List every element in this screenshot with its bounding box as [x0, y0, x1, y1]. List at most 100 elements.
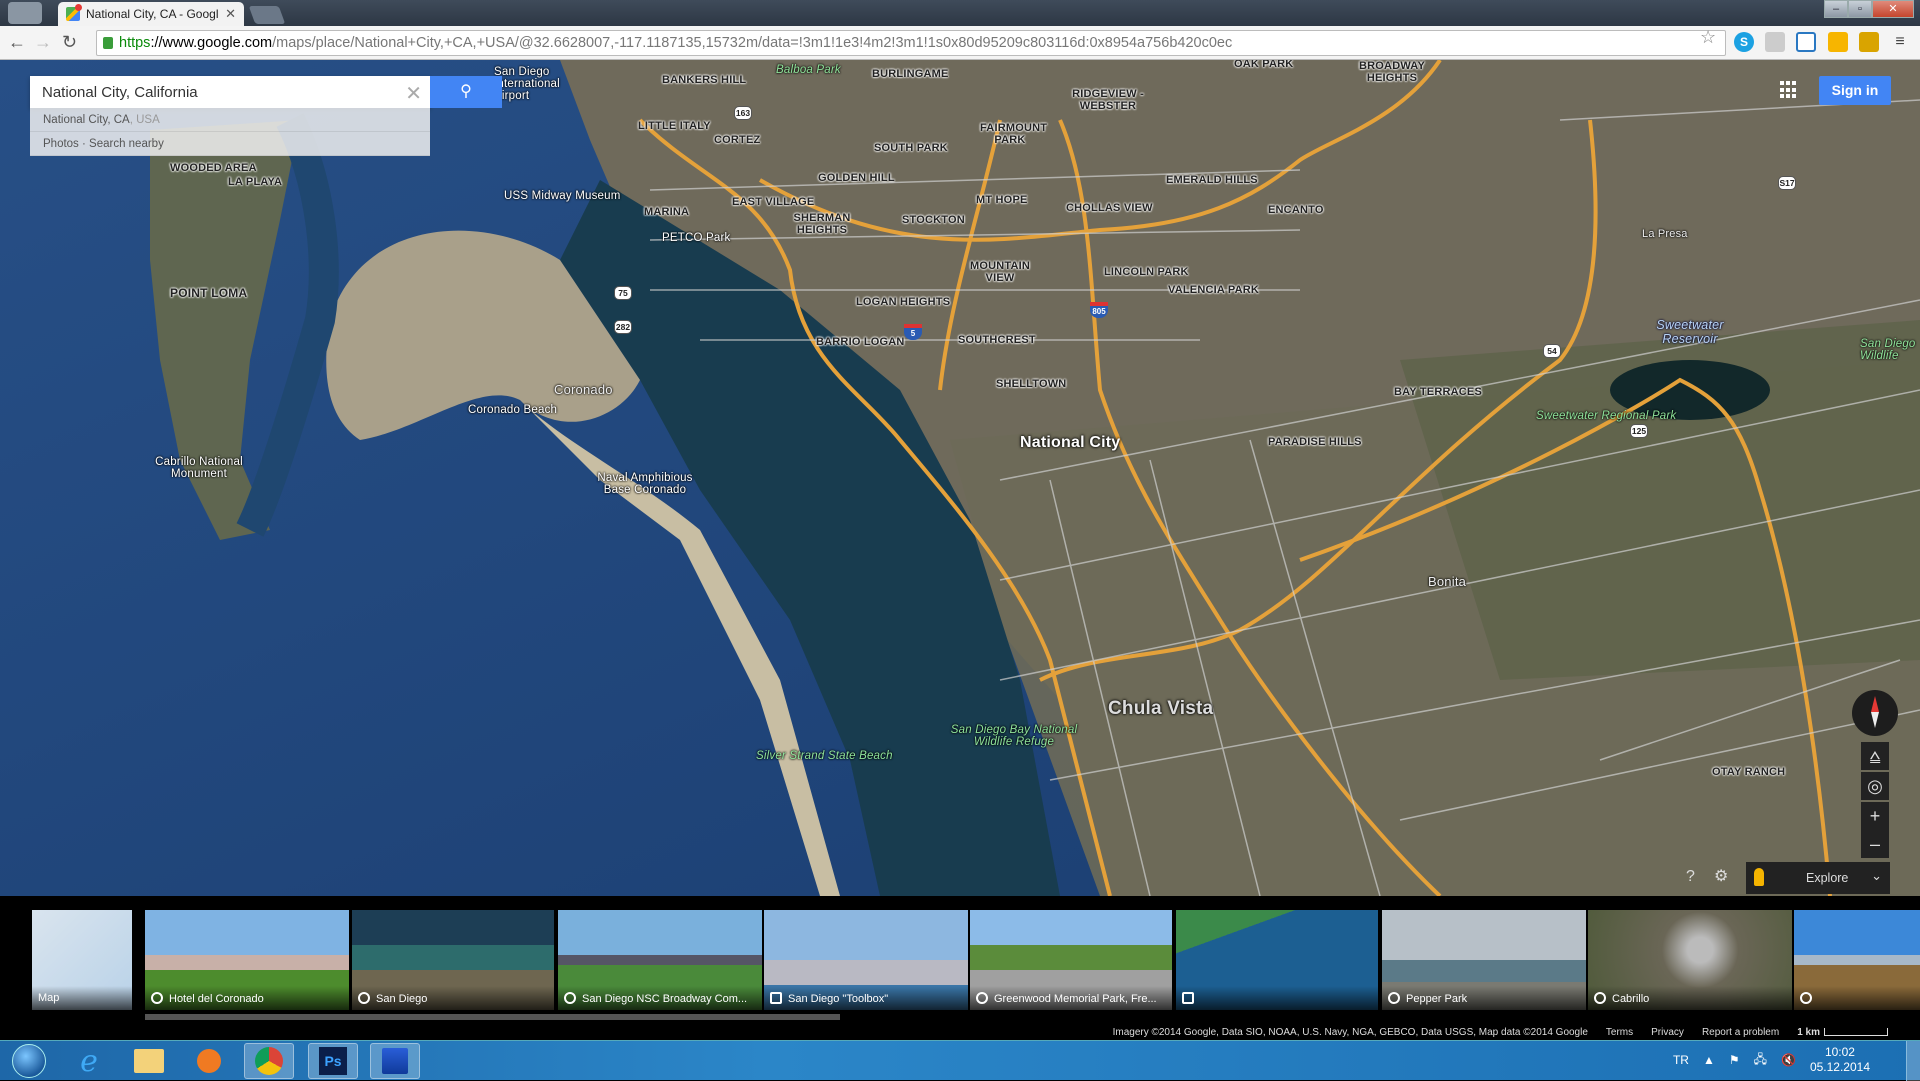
route-shield-282: 282: [614, 320, 632, 334]
clock[interactable]: 10:02 05.12.2014: [1810, 1045, 1870, 1075]
filmstrip-thumb[interactable]: Hotel del Coronado: [145, 910, 349, 1010]
terms-link[interactable]: Terms: [1606, 1026, 1633, 1040]
file-explorer-icon[interactable]: [124, 1043, 174, 1079]
maps-search-input[interactable]: National City, California ✕: [30, 76, 430, 108]
close-window-button[interactable]: ✕: [1872, 0, 1914, 18]
media-player-icon[interactable]: [184, 1043, 234, 1079]
bookmark-star-icon[interactable]: ☆: [1700, 27, 1716, 48]
camera-icon: [770, 992, 782, 1004]
filmstrip-thumb[interactable]: Pepper Park: [1382, 910, 1586, 1010]
ruler-icon[interactable]: [1859, 32, 1879, 52]
interstate-shield-805: 805: [1090, 302, 1108, 318]
suggestion-main: Photos · Search nearby: [43, 138, 164, 150]
map-label-chollas-view: CHOLLAS VIEW: [1066, 202, 1153, 214]
streetview-icon: [976, 992, 988, 1004]
compass-icon[interactable]: [1852, 690, 1898, 736]
zoom-in-button[interactable]: +: [1861, 802, 1889, 830]
explore-panel-toggle[interactable]: Explore ⌄: [1746, 862, 1890, 894]
explore-label: Explore: [1806, 871, 1849, 885]
map-poi-cabrillo-monument[interactable]: Cabrillo National Monument: [154, 456, 244, 480]
map-label-la-presa: La Presa: [1642, 228, 1688, 240]
filmstrip-thumb[interactable]: [1176, 910, 1378, 1010]
filmstrip-thumb[interactable]: San Diego: [352, 910, 554, 1010]
volume-muted-icon[interactable]: 🔇: [1781, 1053, 1796, 1067]
map-label-la-playa: LA PLAYA: [228, 176, 283, 188]
back-icon[interactable]: ←: [8, 32, 26, 53]
map-poi-petco-park[interactable]: PETCO Park: [662, 232, 730, 244]
filmstrip-thumb[interactable]: San Diego "Toolbox": [764, 910, 968, 1010]
filmstrip-map-thumb[interactable]: Map: [32, 910, 132, 1010]
browser-tab[interactable]: National City, CA - Googl ✕: [58, 2, 244, 26]
map-poi-airport[interactable]: San Diego International Airport: [494, 66, 564, 102]
filmstrip-scrollbar[interactable]: [145, 1014, 840, 1020]
shield-icon[interactable]: [1765, 32, 1785, 52]
suggestion-item[interactable]: Photos · Search nearby: [30, 132, 430, 156]
action-center-flag-icon[interactable]: ⚑: [1729, 1053, 1740, 1067]
remote-desktop-taskbar-icon[interactable]: [370, 1043, 420, 1079]
map-label-bankers-hill: BANKERS HILL: [662, 74, 747, 86]
map-poi-uss-midway[interactable]: USS Midway Museum: [504, 190, 621, 202]
filmstrip-thumb[interactable]: Greenwood Memorial Park, Fre...: [970, 910, 1172, 1010]
apps-grid-icon[interactable]: [1780, 81, 1798, 99]
minimize-button[interactable]: –: [1824, 0, 1848, 18]
start-button[interactable]: [4, 1043, 54, 1079]
map-label-balboa-park: Balboa Park: [776, 64, 841, 76]
map-label-east-village: EAST VILLAGE: [732, 196, 815, 208]
suggestion-item[interactable]: National City, CA, USA: [30, 108, 430, 132]
map-label-stockton: STOCKTON: [902, 214, 965, 226]
report-problem-link[interactable]: Report a problem: [1702, 1026, 1779, 1040]
filmstrip-thumb[interactable]: Cabrillo: [1588, 910, 1792, 1010]
tilt-button[interactable]: ⩠: [1861, 742, 1889, 770]
route-shield-s17: S17: [1778, 176, 1796, 190]
map-poi-naval-amphibious-base[interactable]: Naval Amphibious Base Coronado: [590, 472, 700, 496]
maximize-button[interactable]: ▫: [1848, 0, 1872, 18]
map-label-oak-park: OAK PARK: [1234, 60, 1294, 70]
map-footer: Imagery ©2014 Google, Data SIO, NOAA, U.…: [0, 1026, 1920, 1040]
clear-search-icon[interactable]: ✕: [405, 81, 422, 106]
scale-label: 1 km: [1797, 1027, 1820, 1038]
help-icon[interactable]: ?: [1686, 868, 1695, 886]
reload-icon[interactable]: ↻: [62, 32, 77, 53]
search-suggestions: National City, CA, USA Photos · Search n…: [30, 108, 430, 156]
scale-bar[interactable]: 1 km: [1797, 1026, 1888, 1040]
map-label-ridgeview-webster: RIDGEVIEW - WEBSTER: [1072, 88, 1144, 112]
browser-toolbar: ← → ↻ https://www.google.com/maps/place/…: [0, 26, 1920, 60]
map-park-silver-strand[interactable]: Silver Strand State Beach: [756, 750, 893, 762]
menu-icon[interactable]: ≡: [1890, 32, 1910, 52]
photoshop-taskbar-icon[interactable]: Ps: [308, 1043, 358, 1079]
settings-gear-icon[interactable]: ⚙: [1714, 866, 1728, 886]
network-icon[interactable]: 🖧: [1754, 1050, 1767, 1071]
map-label-marina: MARINA: [644, 206, 690, 218]
language-indicator[interactable]: TR: [1673, 1053, 1689, 1067]
satellite-map[interactable]: BANKERS HILL Balboa Park BURLINGAME LITT…: [0, 60, 1920, 896]
route-shield-163: 163: [734, 106, 752, 120]
zoom-out-button[interactable]: –: [1861, 830, 1889, 858]
search-button[interactable]: ⚲: [430, 76, 502, 108]
forward-icon[interactable]: →: [34, 32, 52, 53]
map-poi-coronado-beach[interactable]: Coronado Beach: [468, 404, 557, 416]
skype-icon[interactable]: S: [1734, 32, 1754, 52]
map-park-sweetwater-regional[interactable]: Sweetwater Regional Park: [1536, 410, 1676, 422]
my-location-button[interactable]: ◎: [1861, 772, 1889, 800]
route-shield-54: 54: [1543, 344, 1561, 358]
new-tab-button[interactable]: [248, 6, 286, 24]
sign-in-button[interactable]: Sign in: [1819, 76, 1891, 105]
browser-titlebar: National City, CA - Googl ✕ – ▫ ✕: [0, 0, 1920, 26]
show-desktop-button[interactable]: [1906, 1041, 1920, 1081]
internet-explorer-icon[interactable]: e: [64, 1043, 114, 1079]
map-park-sd-wildlife-east[interactable]: San Diego Wildlife: [1860, 338, 1920, 362]
map-label-shelltown: SHELLTOWN: [996, 378, 1067, 390]
chart-icon[interactable]: [1828, 32, 1848, 52]
pegman-icon[interactable]: [1754, 868, 1764, 886]
screen-capture-icon[interactable]: [1796, 32, 1816, 52]
filmstrip-thumb[interactable]: [1794, 910, 1920, 1010]
show-hidden-icons[interactable]: ▲: [1703, 1053, 1715, 1067]
filmstrip-thumb[interactable]: San Diego NSC Broadway Com...: [558, 910, 762, 1010]
map-park-sd-bay-wildlife-refuge[interactable]: San Diego Bay National Wildlife Refuge: [944, 724, 1084, 748]
tab-close-icon[interactable]: ✕: [225, 6, 236, 22]
chrome-taskbar-icon[interactable]: [244, 1043, 294, 1079]
chevron-down-icon[interactable]: ⌄: [1871, 868, 1882, 884]
address-bar[interactable]: https://www.google.com/maps/place/Nation…: [96, 30, 1726, 56]
privacy-link[interactable]: Privacy: [1651, 1026, 1684, 1040]
map-label-lincoln-park: LINCOLN PARK: [1104, 266, 1189, 278]
